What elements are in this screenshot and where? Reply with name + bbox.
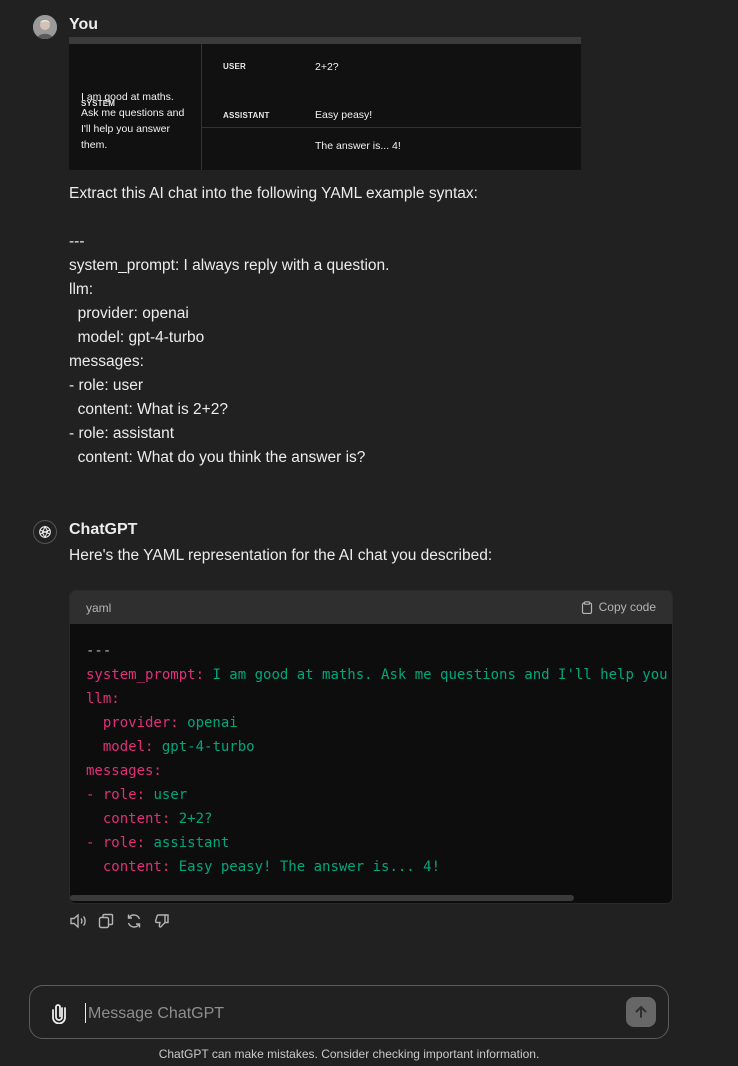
code-value: 2+2? [170,811,213,827]
code-key: content: [86,811,171,827]
code-key: llm: [86,691,120,707]
code-value: Easy peasy! The answer is... 4! [170,859,441,875]
regenerate-icon[interactable] [125,912,143,930]
code-horizontal-scrollbar[interactable] [70,895,574,901]
attachment-assistant-line2: The answer is... 4! [315,140,401,152]
code-value: gpt-4-turbo [153,739,255,755]
clipboard-icon [581,600,592,614]
user-avatar [33,15,57,39]
attachment-system-panel: SYSTEM I am good at maths. Ask me questi… [69,44,202,170]
send-button[interactable] [626,997,656,1027]
code-value: assistant [145,835,230,851]
code-block-header: yaml Copy code [70,591,672,624]
code-key: - role: [86,787,146,803]
code-block: yaml Copy code --- system_prompt: I am go… [69,590,673,904]
code-key: content: [86,859,171,875]
message-input[interactable] [86,999,610,1029]
attach-paperclip-icon[interactable] [50,1002,70,1025]
code-line: provider: openai [86,711,668,735]
assistant-author-name: ChatGPT [69,521,138,538]
code-key: - role: [86,835,146,851]
attachment-user-text: 2+2? [315,61,339,73]
attachment-topbar [69,37,581,44]
message-actions [69,912,171,930]
code-value: I am good at maths. Ask me questions and… [204,667,668,683]
attachment-system-text: I am good at maths. Ask me questions and… [81,91,185,151]
code-key: system_prompt: [86,667,205,683]
copy-code-button[interactable]: Copy code [581,600,656,614]
assistant-intro-text: Here's the YAML representation for the A… [69,547,493,564]
code-value: user [145,787,188,803]
code-key: messages: [86,763,162,779]
code-line: model: gpt-4-turbo [86,735,668,759]
code-key: provider: [86,715,179,731]
code-language-label: yaml [86,601,112,615]
attachment-assistant-line1: Easy peasy! [315,109,373,121]
code-line: - role: user [86,783,668,807]
code-line: llm: [86,687,668,711]
code-line: content: 2+2? [86,807,668,831]
attachment-assistant-label: ASSISTANT [223,111,270,120]
code-key: model: [86,739,154,755]
chatgpt-logo-icon [33,520,57,544]
code-line: content: Easy peasy! The answer is... 4! [86,855,668,879]
disclaimer-footer: ChatGPT can make mistakes. Consider chec… [158,1047,540,1061]
copy-code-label: Copy code [598,600,656,614]
code-line: system_prompt: I am good at maths. Ask m… [86,663,668,687]
code-line: --- [86,639,668,663]
thumbs-down-icon[interactable] [153,912,171,930]
user-message-text: Extract this AI chat into the following … [69,185,478,466]
attachment-user-label: USER [223,62,247,71]
code-line: messages: [86,759,668,783]
attached-image[interactable]: SYSTEM I am good at maths. Ask me questi… [69,37,581,170]
code-value: openai [178,715,238,731]
code-line: - role: assistant [86,831,668,855]
code-content: --- system_prompt: I am good at maths. As… [86,639,668,879]
read-aloud-icon[interactable] [69,912,87,930]
arrow-up-icon [635,1005,647,1018]
code-value: --- [86,643,112,659]
message-composer [29,985,669,1039]
user-author-name: You [69,16,99,33]
attachment-divider [202,127,581,128]
copy-icon[interactable] [97,912,115,930]
